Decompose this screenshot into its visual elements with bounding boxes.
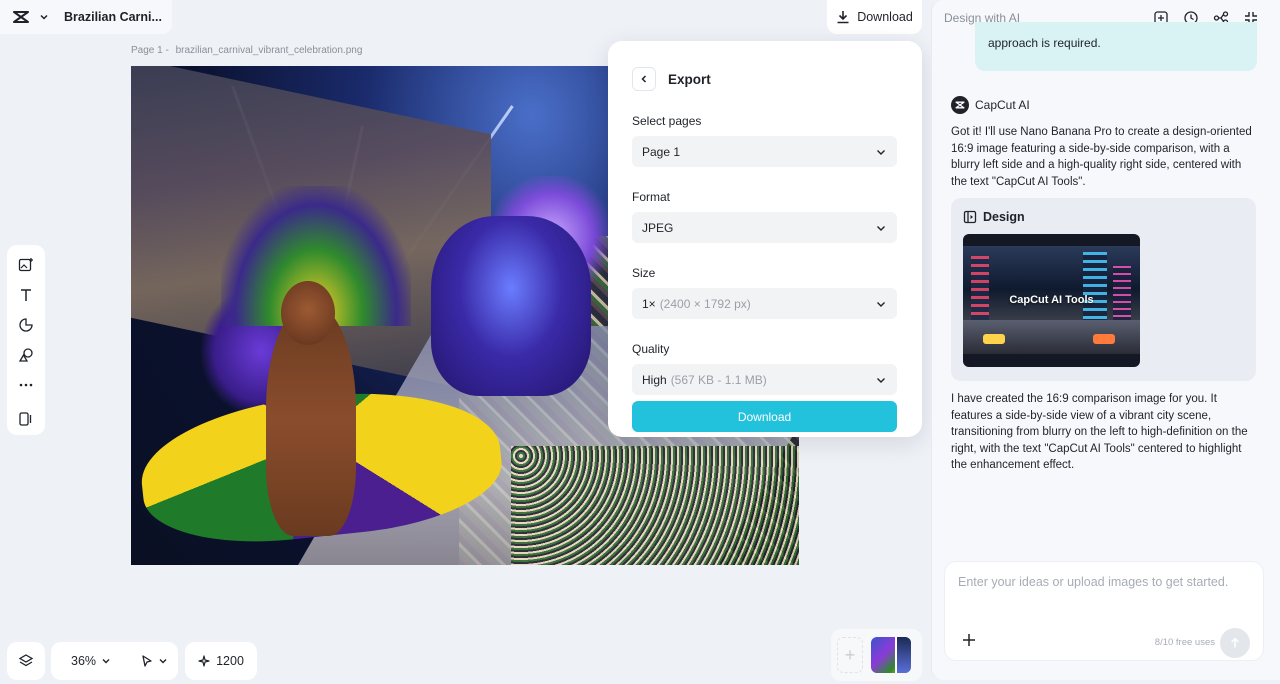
export-panel: Export Select pages Page 1 Format JPEG S… xyxy=(608,41,922,437)
send-button[interactable] xyxy=(1220,628,1250,658)
chat-input[interactable] xyxy=(958,575,1254,589)
format-value: JPEG xyxy=(642,220,674,235)
chevron-down-icon xyxy=(159,659,167,664)
chat-composer: 8/10 free uses xyxy=(944,561,1264,661)
layers-icon xyxy=(18,653,34,669)
image-crowd xyxy=(511,446,799,565)
pointer-tool-select[interactable] xyxy=(140,654,168,668)
design-image-text: CapCut AI Tools xyxy=(1009,294,1094,306)
chevron-down-icon xyxy=(877,301,885,307)
ai-message: Got it! I'll use Nano Banana Pro to crea… xyxy=(951,126,1252,188)
page-label: Page 1 - brazilian_carnival_vibrant_cele… xyxy=(131,45,362,56)
credits-value: 1200 xyxy=(216,654,244,668)
more-icon[interactable] xyxy=(15,374,37,396)
design-card-header: Design xyxy=(963,210,1244,224)
page-thumbnails: + xyxy=(831,629,922,681)
chevron-down-icon xyxy=(877,377,885,383)
add-image-icon[interactable] xyxy=(15,254,37,276)
credits-button[interactable]: 1200 xyxy=(185,642,257,680)
user-message-overflow xyxy=(988,22,1244,35)
text-icon[interactable] xyxy=(15,284,37,306)
quality-value: High xyxy=(642,372,667,387)
user-message-bubble: approach is required. xyxy=(975,22,1257,71)
format-dropdown[interactable]: JPEG xyxy=(632,212,897,243)
zoom-toolbar: 36% xyxy=(51,642,178,680)
user-message-text: approach is required. xyxy=(988,36,1101,50)
select-pages-dropdown[interactable]: Page 1 xyxy=(632,136,897,167)
ai-author: CapCut AI xyxy=(951,96,1030,114)
chevron-down-icon xyxy=(877,225,885,231)
image-dancer-head xyxy=(281,281,335,345)
free-uses-counter: 8/10 free uses xyxy=(1154,637,1215,648)
design-result-image[interactable]: CapCut AI Tools xyxy=(963,234,1140,367)
ai-message: I have created the 16:9 comparison image… xyxy=(951,393,1248,471)
chevron-left-icon xyxy=(641,75,647,83)
size-dropdown[interactable]: 1× (2400 × 1792 px) xyxy=(632,288,897,319)
shapes-icon[interactable] xyxy=(15,344,37,366)
page-thumbnail[interactable] xyxy=(871,637,911,673)
city-scene: CapCut AI Tools xyxy=(963,246,1140,354)
design-label: Design xyxy=(983,210,1025,224)
pages-panel-icon[interactable] xyxy=(15,408,37,430)
plus-icon[interactable] xyxy=(962,633,976,647)
sticker-icon[interactable] xyxy=(15,314,37,336)
download-button[interactable]: Download xyxy=(827,0,922,34)
file-name: brazilian_carnival_vibrant_celebration.p… xyxy=(175,45,363,56)
arrow-up-icon xyxy=(1230,637,1240,648)
ai-name-label: CapCut AI xyxy=(975,98,1030,112)
quality-detail: (567 KB - 1.1 MB) xyxy=(670,372,767,387)
select-pages-value: Page 1 xyxy=(642,144,681,159)
add-page-button[interactable]: + xyxy=(837,637,863,673)
image-parade-float xyxy=(431,216,591,396)
chevron-down-icon xyxy=(877,149,885,155)
page-number-label: Page 1 - xyxy=(131,45,169,56)
capcut-ai-avatar-icon xyxy=(951,96,969,114)
back-button[interactable] xyxy=(632,67,656,91)
export-title: Export xyxy=(668,71,711,87)
document-title[interactable]: Brazilian Carni... xyxy=(64,10,162,24)
export-header: Export xyxy=(632,67,897,91)
left-toolbar xyxy=(7,245,45,435)
design-card: Design CapCut AI Tools xyxy=(951,198,1256,381)
select-pages-label: Select pages xyxy=(632,114,702,128)
capcut-logo-icon[interactable] xyxy=(12,8,30,26)
zoom-value: 36% xyxy=(71,654,97,668)
size-value: 1× xyxy=(642,296,656,311)
pointer-icon xyxy=(142,655,152,667)
quality-label: Quality xyxy=(632,342,670,356)
format-label: Format xyxy=(632,190,671,204)
download-icon xyxy=(836,10,850,24)
top-left-bar: Brazilian Carni... xyxy=(0,0,172,34)
download-label: Download xyxy=(857,10,913,24)
chevron-down-icon xyxy=(102,659,110,664)
size-label: Size xyxy=(632,266,656,280)
size-detail: (2400 × 1792 px) xyxy=(659,296,751,311)
layers-button[interactable] xyxy=(7,642,45,680)
export-download-button[interactable]: Download xyxy=(632,401,897,432)
zoom-select[interactable]: 36% xyxy=(61,654,111,668)
design-icon xyxy=(963,210,977,224)
chevron-down-icon[interactable] xyxy=(38,11,50,23)
sparkle-icon xyxy=(198,655,210,667)
quality-dropdown[interactable]: High (567 KB - 1.1 MB) xyxy=(632,364,897,395)
